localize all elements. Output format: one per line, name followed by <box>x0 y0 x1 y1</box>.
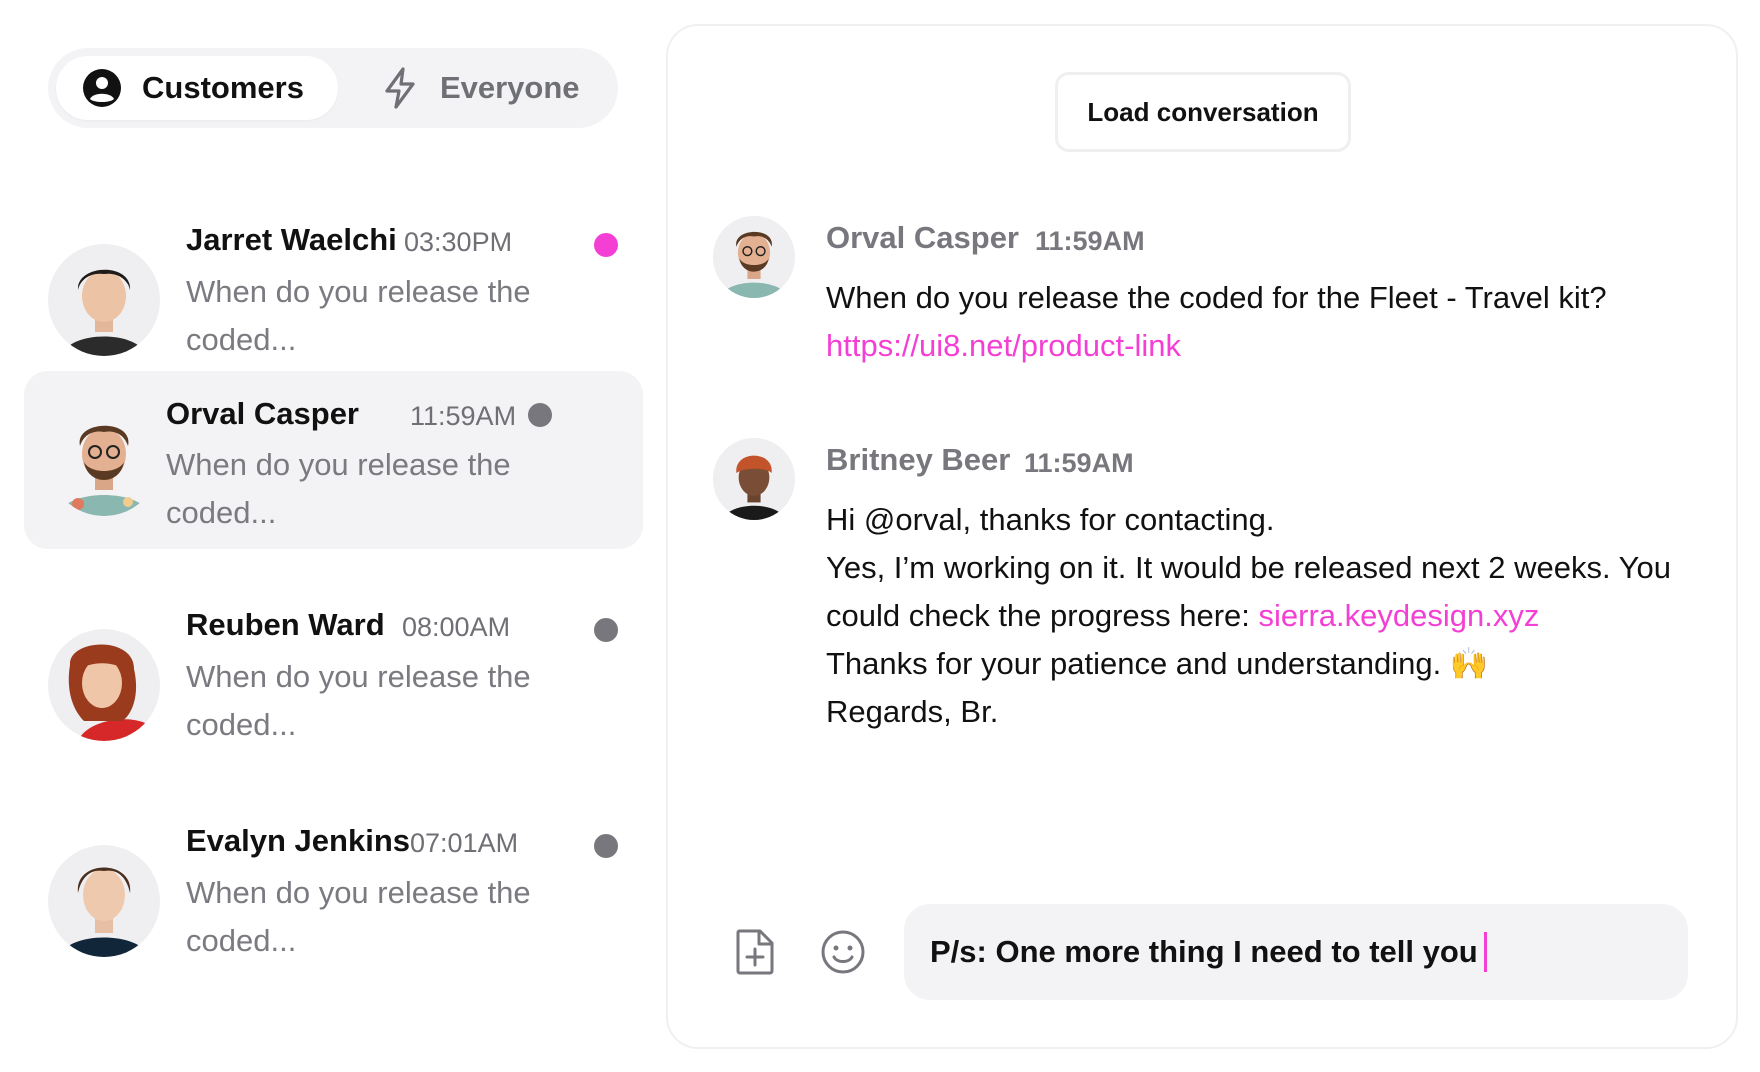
user-circle-icon <box>80 66 124 110</box>
message-preview: When do you release the coded... <box>166 447 511 530</box>
message-time: 11:59AM <box>1035 226 1145 256</box>
message-text: Regards, Br. <box>826 694 999 729</box>
smiley-icon[interactable] <box>815 924 871 980</box>
avatar <box>48 244 160 356</box>
message-text: Thanks for your patience and understandi… <box>826 640 1726 688</box>
message-text: Hi @orval, thanks for contacting. <box>826 502 1275 537</box>
conversation-item[interactable]: Evalyn Jenkins 07:01AM When do you relea… <box>24 823 643 1005</box>
message-text: Yes, I’m working on it. It would be rele… <box>826 544 1726 640</box>
avatar <box>48 404 160 516</box>
load-conversation-button[interactable]: Load conversation <box>1055 72 1351 152</box>
lightning-icon <box>378 66 422 110</box>
message-text-segment: Yes, I’m working on it. It would be rele… <box>826 550 1671 633</box>
message-time: 11:59AM <box>1024 448 1134 478</box>
message-input[interactable]: P/s: One more thing I need to tell you <box>904 904 1688 1000</box>
message-body: Hi @orval, thanks for contacting. Yes, I… <box>826 496 1726 736</box>
avatar <box>48 629 160 741</box>
tab-customers[interactable]: Customers <box>56 56 338 120</box>
message-preview: When do you release the coded... <box>186 659 531 742</box>
message-body: When do you release the coded for the Fl… <box>826 274 1726 370</box>
conversation-item-selected[interactable]: Orval Casper 11:59AM When do you release… <box>24 371 643 549</box>
message-text: When do you release the coded for the Fl… <box>826 280 1607 315</box>
contact-name: Orval Casper <box>166 396 359 431</box>
tab-customers-label: Customers <box>142 70 304 105</box>
unread-indicator <box>594 233 618 257</box>
message-link[interactable]: sierra.keydesign.xyz <box>1259 598 1540 633</box>
read-indicator <box>528 403 552 427</box>
read-indicator <box>594 618 618 642</box>
file-plus-icon[interactable] <box>727 924 783 980</box>
read-indicator <box>594 834 618 858</box>
avatar <box>713 438 795 520</box>
message-author: Orval Casper <box>826 220 1019 255</box>
message-link[interactable]: https://ui8.net/product-link <box>826 328 1181 363</box>
message-author: Britney Beer <box>826 442 1011 477</box>
contact-name: Evalyn Jenkins <box>186 823 411 858</box>
message-time: 11:59AM <box>410 401 517 431</box>
message-time: 08:00AM <box>402 612 511 642</box>
message-input-value: P/s: One more thing I need to tell you <box>930 934 1478 969</box>
avatar <box>713 216 795 298</box>
message-time: 07:01AM <box>410 828 519 858</box>
tab-everyone[interactable]: Everyone <box>338 56 604 120</box>
tab-everyone-label: Everyone <box>439 70 580 105</box>
contact-name: Reuben Ward <box>186 607 385 642</box>
audience-tabs: Customers Everyone <box>48 48 618 128</box>
message-text-segment: Thanks for your patience and understandi… <box>826 646 1442 681</box>
raised-hands-emoji: 🙌 <box>1449 646 1489 681</box>
text-caret <box>1483 932 1487 972</box>
conversation-item[interactable]: Reuben Ward 08:00AM When do you release … <box>24 607 643 809</box>
message-time: 03:30PM <box>404 227 513 257</box>
message-preview: When do you release the coded... <box>186 274 531 357</box>
message-preview: When do you release the coded... <box>186 875 531 958</box>
avatar <box>48 845 160 957</box>
contact-name: Jarret Waelchi <box>186 222 397 257</box>
